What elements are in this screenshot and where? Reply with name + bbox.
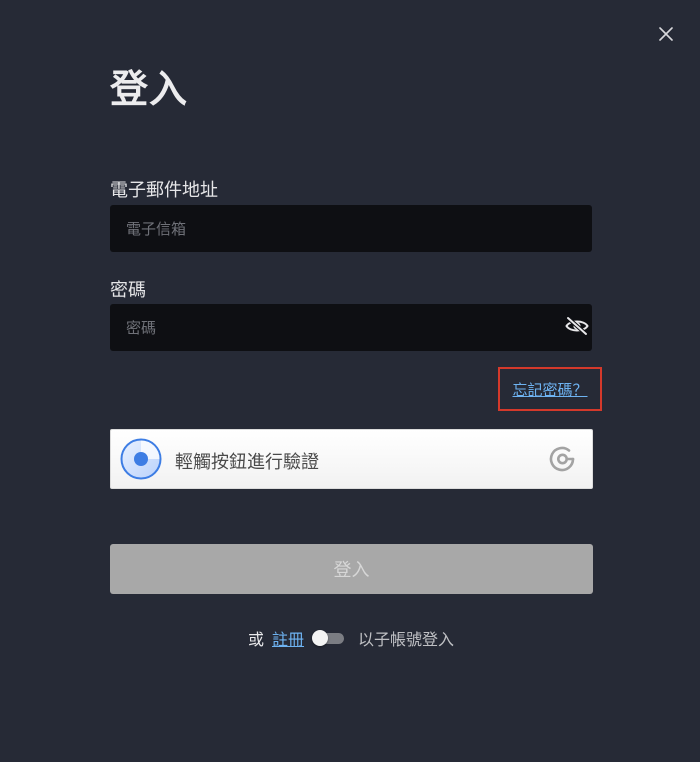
- login-button[interactable]: 登入: [110, 544, 593, 594]
- radio-target-icon: [120, 438, 162, 480]
- forgot-password-link[interactable]: 忘記密碼？: [512, 379, 587, 400]
- password-visibility-toggle[interactable]: [564, 316, 590, 340]
- password-field[interactable]: [110, 304, 592, 351]
- close-icon: [659, 26, 673, 45]
- email-field[interactable]: [110, 205, 592, 252]
- forgot-password-highlight: 忘記密碼？: [498, 367, 602, 411]
- subaccount-toggle[interactable]: [312, 630, 345, 646]
- close-button[interactable]: [656, 25, 676, 45]
- captcha-label: 輕觸按鈕進行驗證: [175, 452, 319, 473]
- password-label: 密碼: [110, 280, 146, 301]
- eye-off-icon: [565, 316, 589, 340]
- page-title: 登入: [110, 67, 189, 111]
- toggle-knob: [312, 630, 329, 646]
- login-options: 或 註冊 以子帳號登入: [248, 626, 454, 650]
- register-link[interactable]: 註冊: [272, 626, 304, 650]
- email-label: 電子郵件地址: [110, 180, 218, 201]
- subaccount-label: 以子帳號登入: [358, 630, 455, 649]
- captcha-widget[interactable]: 輕觸按鈕進行驗證: [110, 429, 593, 489]
- or-text: 或: [248, 630, 265, 649]
- geetest-logo-icon: [547, 444, 577, 474]
